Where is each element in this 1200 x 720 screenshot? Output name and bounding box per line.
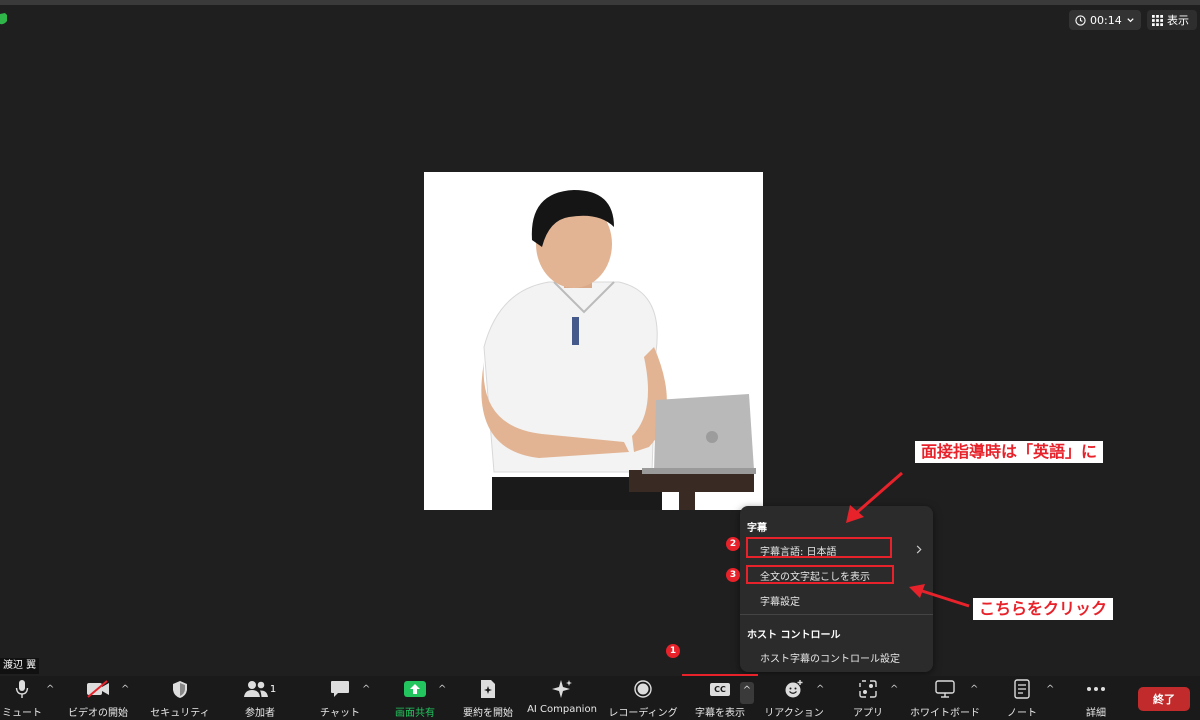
annotation-box-transcript [746, 565, 894, 584]
shield-icon [173, 680, 187, 698]
apps-label: アプリ [853, 708, 883, 719]
view-label: 表示 [1167, 14, 1189, 27]
mute-button[interactable]: ミュート [0, 678, 44, 720]
reactions-label: リアクション [764, 708, 824, 719]
step-3-badge: 3 [726, 568, 740, 582]
reactions-options-caret[interactable]: ^ [816, 684, 824, 695]
sparkle-icon [552, 680, 572, 698]
apps-icon [859, 680, 877, 698]
notes-button[interactable]: ノート [1000, 678, 1044, 720]
apps-button[interactable]: アプリ [846, 678, 890, 720]
captions-options-caret[interactable]: ^ [740, 682, 754, 704]
chat-label: チャット [320, 708, 360, 719]
chat-button[interactable]: チャット [318, 678, 362, 720]
record-icon [634, 680, 652, 698]
chat-bubble-icon [331, 681, 349, 697]
end-meeting-button[interactable]: 終了 [1138, 687, 1190, 711]
cc-icon: CC [710, 682, 730, 696]
emoji-plus-icon [785, 680, 803, 698]
person-with-laptop-illustration [424, 172, 763, 510]
participants-count: 1 [269, 683, 277, 695]
notes-icon [1014, 679, 1030, 699]
arrow-to-language [846, 471, 903, 523]
share-screen-icon [404, 681, 426, 697]
whiteboard-label: ホワイトボード [910, 708, 980, 719]
security-label: セキュリティ [150, 708, 210, 719]
chat-options-caret[interactable]: ^ [362, 684, 370, 695]
start-summary-label: 要約を開始 [463, 708, 513, 719]
mute-options-caret[interactable]: ^ [46, 684, 54, 695]
chevron-right-icon [916, 545, 922, 554]
meeting-timer[interactable]: 00:14 [1069, 10, 1141, 30]
whiteboard-options-caret[interactable]: ^ [970, 684, 978, 695]
mute-label: ミュート [2, 708, 42, 719]
start-video-label: ビデオの開始 [68, 708, 128, 719]
video-off-icon [87, 680, 109, 698]
annotation-box-language [746, 537, 892, 558]
window-top-strip [0, 0, 1200, 5]
ai-companion-label: AI Companion [527, 704, 597, 715]
video-options-caret[interactable]: ^ [121, 684, 129, 695]
step-1-badge: 1 [666, 644, 680, 658]
show-captions-label: 字幕を表示 [695, 708, 745, 719]
microphone-icon [15, 680, 29, 698]
more-label: 詳細 [1086, 708, 1106, 719]
ai-companion-button[interactable]: AI Companion [526, 678, 598, 720]
summary-document-icon [481, 680, 495, 698]
recording-button[interactable]: レコーディング [606, 678, 680, 720]
participant-name-tag: 渡辺 翼 [0, 658, 40, 674]
notes-label: ノート [1007, 708, 1037, 719]
more-dots-icon [1087, 687, 1105, 691]
callout-english: 面接指導時は「英語」に [915, 441, 1104, 463]
host-caption-settings-item[interactable]: ホスト字幕のコントロール設定 [760, 650, 930, 665]
arrow-to-transcript [909, 584, 970, 608]
encryption-shield-icon[interactable] [0, 13, 7, 25]
timer-text: 00:14 [1090, 13, 1122, 27]
start-summary-button[interactable]: 要約を開始 [458, 678, 518, 720]
participants-button[interactable]: 1 参加者 [238, 678, 282, 720]
share-options-caret[interactable]: ^ [438, 684, 446, 695]
step-2-badge: 2 [726, 537, 740, 551]
apps-options-caret[interactable]: ^ [890, 684, 898, 695]
view-button[interactable]: 表示 [1147, 10, 1197, 30]
security-button[interactable]: セキュリティ [148, 678, 212, 720]
chevron-down-icon [1127, 17, 1134, 22]
whiteboard-icon [935, 680, 955, 698]
people-icon [243, 681, 268, 697]
host-controls-header: ホスト コントロール [747, 630, 841, 641]
participant-video-photo [424, 172, 763, 510]
grid-icon [1152, 14, 1163, 26]
share-screen-label: 画面共有 [395, 708, 435, 719]
notes-options-caret[interactable]: ^ [1046, 684, 1054, 695]
participants-label: 参加者 [245, 708, 275, 719]
menu-divider [740, 614, 933, 615]
share-screen-button[interactable]: 画面共有 [390, 678, 440, 720]
recording-label: レコーディング [608, 708, 678, 719]
more-button[interactable]: 詳細 [1074, 678, 1118, 720]
callout-click: こちらをクリック [973, 598, 1114, 620]
clock-icon [1075, 14, 1086, 26]
